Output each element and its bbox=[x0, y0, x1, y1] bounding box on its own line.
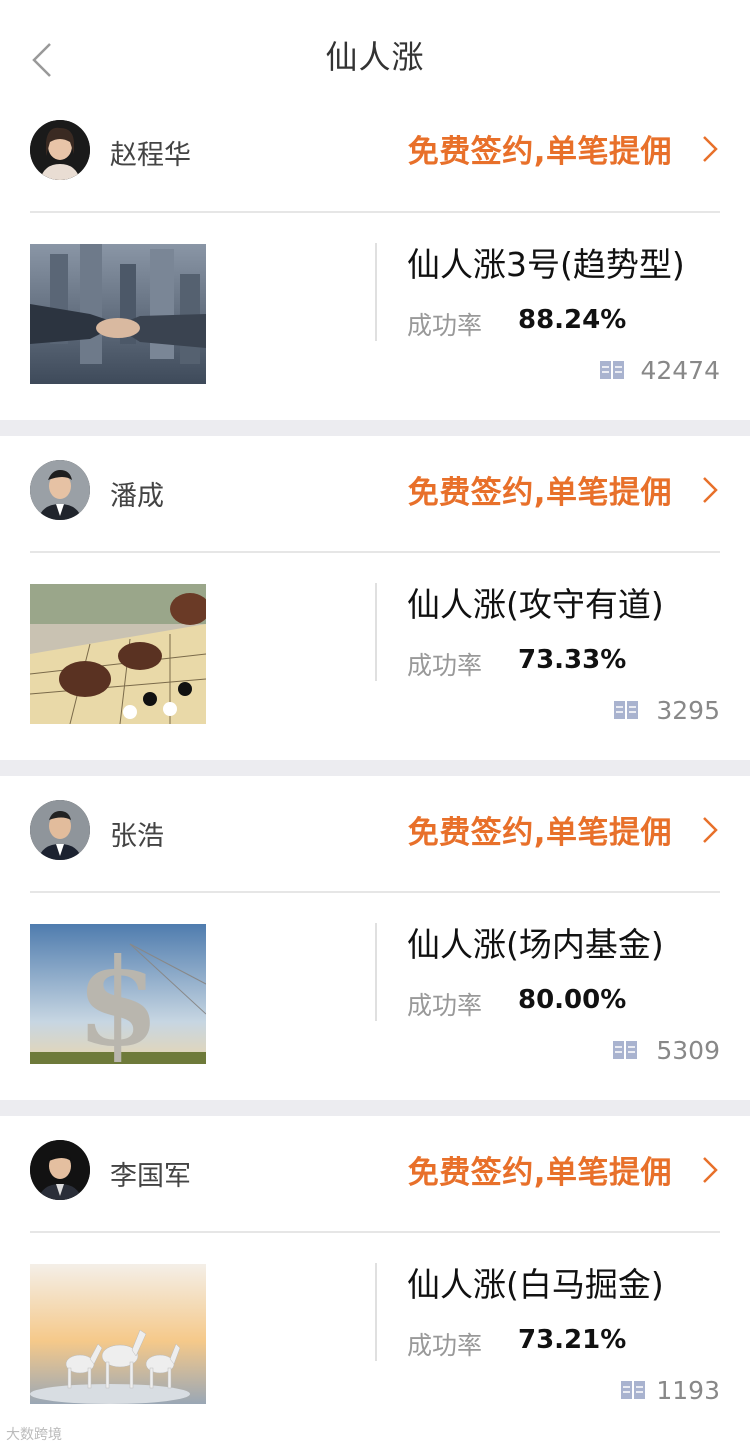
avatar bbox=[30, 800, 90, 860]
success-rate-label: 成功率 bbox=[407, 311, 483, 340]
product-thumbnail[interactable]: $ bbox=[30, 924, 206, 1064]
promo-link[interactable]: 免费签约,单笔提佣 bbox=[408, 126, 672, 171]
avatar bbox=[30, 460, 90, 520]
success-rate-label: 成功率 bbox=[407, 651, 483, 680]
svg-text:$: $ bbox=[76, 932, 160, 1064]
product-thumbnail[interactable] bbox=[30, 584, 206, 724]
divider bbox=[30, 1231, 720, 1233]
view-count: 42474 bbox=[640, 356, 720, 385]
author-name: 赵程华 bbox=[110, 140, 191, 171]
product-card[interactable]: 张浩 免费签约,单笔提佣 $ 仙人涨(场内基金) 成功率 80.00% 5309 bbox=[0, 776, 750, 1100]
chevron-right-icon[interactable] bbox=[700, 134, 720, 164]
success-rate-value: 88.24% bbox=[518, 305, 627, 335]
watermark: 大数跨境 bbox=[6, 1427, 62, 1443]
card-header[interactable]: 赵程华 免费签约,单笔提佣 bbox=[0, 110, 750, 210]
view-count: 5309 bbox=[656, 1036, 720, 1065]
author-name: 李国军 bbox=[110, 1161, 191, 1192]
card-header[interactable]: 李国军 免费签约,单笔提佣 bbox=[0, 1116, 750, 1216]
product-card[interactable]: 赵程华 免费签约,单笔提佣 仙人涨3号(趋势型) 成功率 88.24% 4247… bbox=[0, 110, 750, 420]
product-card[interactable]: 潘成 免费签约,单笔提佣 仙人涨(攻守有道) 成功率 73.33% 3295 bbox=[0, 436, 750, 760]
avatar bbox=[30, 1140, 90, 1200]
success-rate-value: 73.21% bbox=[518, 1325, 627, 1355]
product-title[interactable]: 仙人涨(攻守有道) bbox=[407, 578, 664, 626]
author-name: 张浩 bbox=[110, 821, 164, 852]
avatar bbox=[30, 120, 90, 180]
product-thumbnail[interactable] bbox=[30, 1264, 206, 1404]
card-separator bbox=[0, 420, 750, 436]
book-icon bbox=[600, 361, 624, 379]
vertical-divider bbox=[375, 1263, 377, 1361]
book-icon bbox=[613, 1041, 637, 1059]
vertical-divider bbox=[375, 583, 377, 681]
vertical-divider bbox=[375, 243, 377, 341]
book-icon bbox=[621, 1381, 645, 1399]
author-name: 潘成 bbox=[110, 481, 164, 512]
divider bbox=[30, 551, 720, 553]
success-rate-label: 成功率 bbox=[407, 991, 483, 1020]
nav-bar: 仙人涨 bbox=[0, 0, 750, 110]
card-header[interactable]: 潘成 免费签约,单笔提佣 bbox=[0, 436, 750, 536]
chevron-right-icon[interactable] bbox=[700, 815, 720, 845]
product-title[interactable]: 仙人涨(白马掘金) bbox=[407, 1258, 664, 1306]
promo-link[interactable]: 免费签约,单笔提佣 bbox=[408, 467, 672, 512]
divider bbox=[30, 211, 720, 213]
card-header[interactable]: 张浩 免费签约,单笔提佣 bbox=[0, 776, 750, 876]
success-rate-value: 73.33% bbox=[518, 645, 627, 675]
view-count: 1193 bbox=[656, 1376, 720, 1405]
view-count: 3295 bbox=[656, 696, 720, 725]
divider bbox=[30, 891, 720, 893]
success-rate-label: 成功率 bbox=[407, 1331, 483, 1360]
promo-link[interactable]: 免费签约,单笔提佣 bbox=[408, 1147, 672, 1192]
book-icon bbox=[614, 701, 638, 719]
promo-link[interactable]: 免费签约,单笔提佣 bbox=[408, 807, 672, 852]
card-separator bbox=[0, 760, 750, 776]
page-title: 仙人涨 bbox=[325, 38, 425, 76]
chevron-right-icon[interactable] bbox=[700, 1155, 720, 1185]
card-separator bbox=[0, 1100, 750, 1116]
success-rate-value: 80.00% bbox=[518, 985, 627, 1015]
chevron-right-icon[interactable] bbox=[700, 475, 720, 505]
product-thumbnail[interactable] bbox=[30, 244, 206, 384]
product-title[interactable]: 仙人涨(场内基金) bbox=[407, 918, 664, 966]
product-title[interactable]: 仙人涨3号(趋势型) bbox=[407, 238, 685, 286]
product-card[interactable]: 李国军 免费签约,单笔提佣 仙人涨(白马掘金) 成功率 73.21% 1193 bbox=[0, 1116, 750, 1447]
vertical-divider bbox=[375, 923, 377, 1021]
